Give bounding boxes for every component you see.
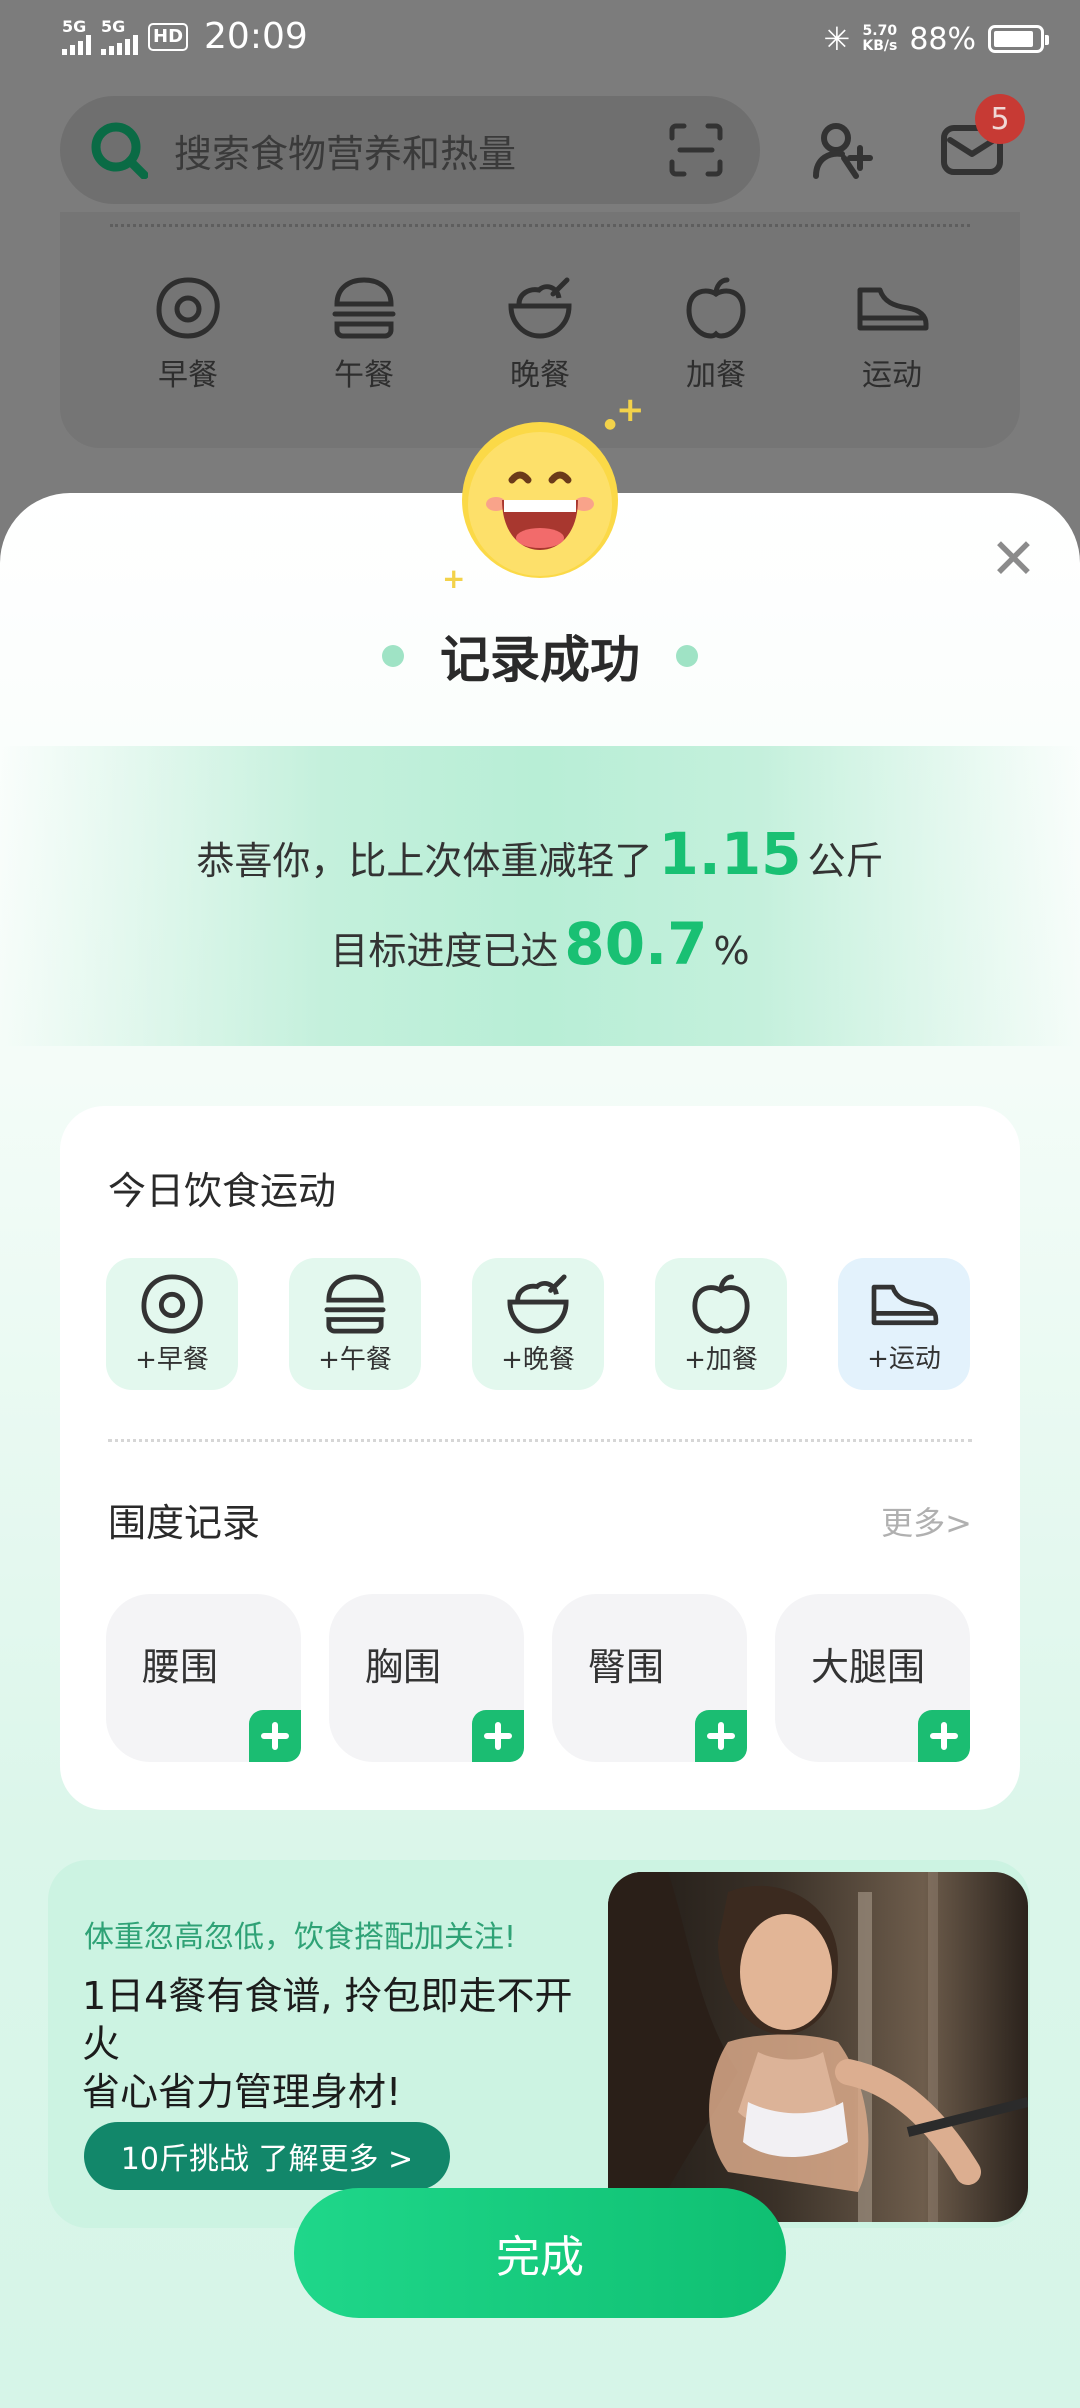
bg-meal-lunch: 午餐	[304, 276, 424, 394]
title-dot-left	[382, 645, 404, 667]
signal-icon-1: 5G	[62, 18, 91, 55]
success-title: 记录成功	[440, 631, 640, 689]
sparkle-dot-icon: ●	[604, 416, 617, 432]
plus-icon	[472, 1710, 524, 1762]
clock: 20:09	[204, 16, 308, 57]
sparkle-icon-2: +	[442, 562, 466, 595]
bg-meal-snack: 加餐	[656, 276, 776, 394]
plus-icon	[918, 1710, 970, 1762]
mail-badge: 5	[975, 94, 1025, 144]
signal-icon-2: 5G	[101, 18, 138, 55]
promo-photo	[608, 1872, 1028, 2222]
sneaker-icon	[857, 287, 929, 331]
woman-exercising-image	[608, 1872, 1028, 2222]
girth-chest-button[interactable]: 胸围	[329, 1594, 524, 1762]
apple-icon	[686, 277, 746, 339]
egg-icon	[141, 1273, 203, 1334]
apple-icon	[692, 1273, 750, 1334]
add-exercise-button[interactable]: +运动	[838, 1258, 970, 1390]
diet-card-title: 今日饮食运动	[108, 1169, 337, 1213]
title-dot-right	[676, 645, 698, 667]
result-band	[0, 746, 1080, 1046]
rice-bowl-icon	[507, 1273, 569, 1334]
girth-waist-button[interactable]: 腰围	[106, 1594, 301, 1762]
egg-icon	[156, 277, 220, 339]
burger-icon	[332, 277, 396, 339]
girth-title: 围度记录	[108, 1501, 261, 1545]
girth-more-link[interactable]: 更多>	[881, 1498, 972, 1544]
plus-icon	[249, 1710, 301, 1762]
search-icon	[91, 122, 148, 179]
done-button[interactable]: 完成	[294, 2188, 786, 2318]
diet-exercise-card: 今日饮食运动 +早餐 +午餐 +晚餐 +加餐 +运动 围度记录 更多> 腰围 胸…	[60, 1106, 1020, 1810]
search-bar[interactable]: 搜索食物营养和热量	[60, 96, 760, 204]
sparkle-icon: +	[616, 390, 645, 430]
bg-meal-breakfast: 早餐	[128, 276, 248, 394]
background-meal-card: 早餐 午餐 晚餐 加餐 运动	[60, 212, 1020, 448]
battery-icon	[988, 25, 1049, 53]
promo-subtitle: 体重忽高忽低，饮食搭配加关注!	[84, 1920, 517, 1955]
smiley-icon	[462, 422, 618, 578]
girth-hip-button[interactable]: 臀围	[552, 1594, 747, 1762]
close-icon[interactable]: ✕	[990, 532, 1037, 588]
burger-icon	[324, 1273, 386, 1334]
promo-learn-more-button[interactable]: 10斤挑战 了解更多 >	[84, 2122, 450, 2190]
divider	[108, 1439, 972, 1442]
add-breakfast-button[interactable]: +早餐	[106, 1258, 238, 1390]
bg-meal-exercise: 运动	[832, 276, 952, 394]
battery-percent: 88%	[909, 21, 976, 57]
promo-text: 1日4餐有食谱, 拎包即走不开火 省心省力管理身材!	[82, 1974, 573, 2114]
goal-progress-value: 80.7	[564, 910, 708, 978]
weight-loss-value: 1.15	[658, 820, 802, 888]
goal-progress-message: 目标进度已达 80.7%	[330, 910, 750, 978]
add-friend-icon[interactable]	[810, 118, 876, 184]
bg-meal-dinner: 晚餐	[480, 276, 600, 394]
girth-thigh-button[interactable]: 大腿围	[775, 1594, 970, 1762]
add-lunch-button[interactable]: +午餐	[289, 1258, 421, 1390]
title-row: 记录成功	[0, 620, 1080, 692]
weight-loss-message: 恭喜你，比上次体重减轻了 1.15 公斤	[196, 820, 884, 888]
add-snack-button[interactable]: +加餐	[655, 1258, 787, 1390]
bluetooth-icon: ✳	[823, 20, 851, 58]
network-speed: 5.70 KB/s	[862, 23, 898, 54]
search-input[interactable]: 搜索食物营养和热量	[174, 123, 516, 178]
status-bar: 5G 5G HD 20:09 ✳ 5.70 KB/s 88%	[0, 0, 1080, 86]
plus-icon	[695, 1710, 747, 1762]
sneaker-icon	[871, 1284, 939, 1325]
scan-icon[interactable]	[668, 122, 724, 178]
add-dinner-button[interactable]: +晚餐	[472, 1258, 604, 1390]
hd-icon: HD	[148, 22, 189, 51]
promo-banner[interactable]: 体重忽高忽低，饮食搭配加关注! 1日4餐有食谱, 拎包即走不开火 省心省力管理身…	[48, 1860, 1030, 2228]
rice-bowl-icon	[508, 277, 572, 339]
